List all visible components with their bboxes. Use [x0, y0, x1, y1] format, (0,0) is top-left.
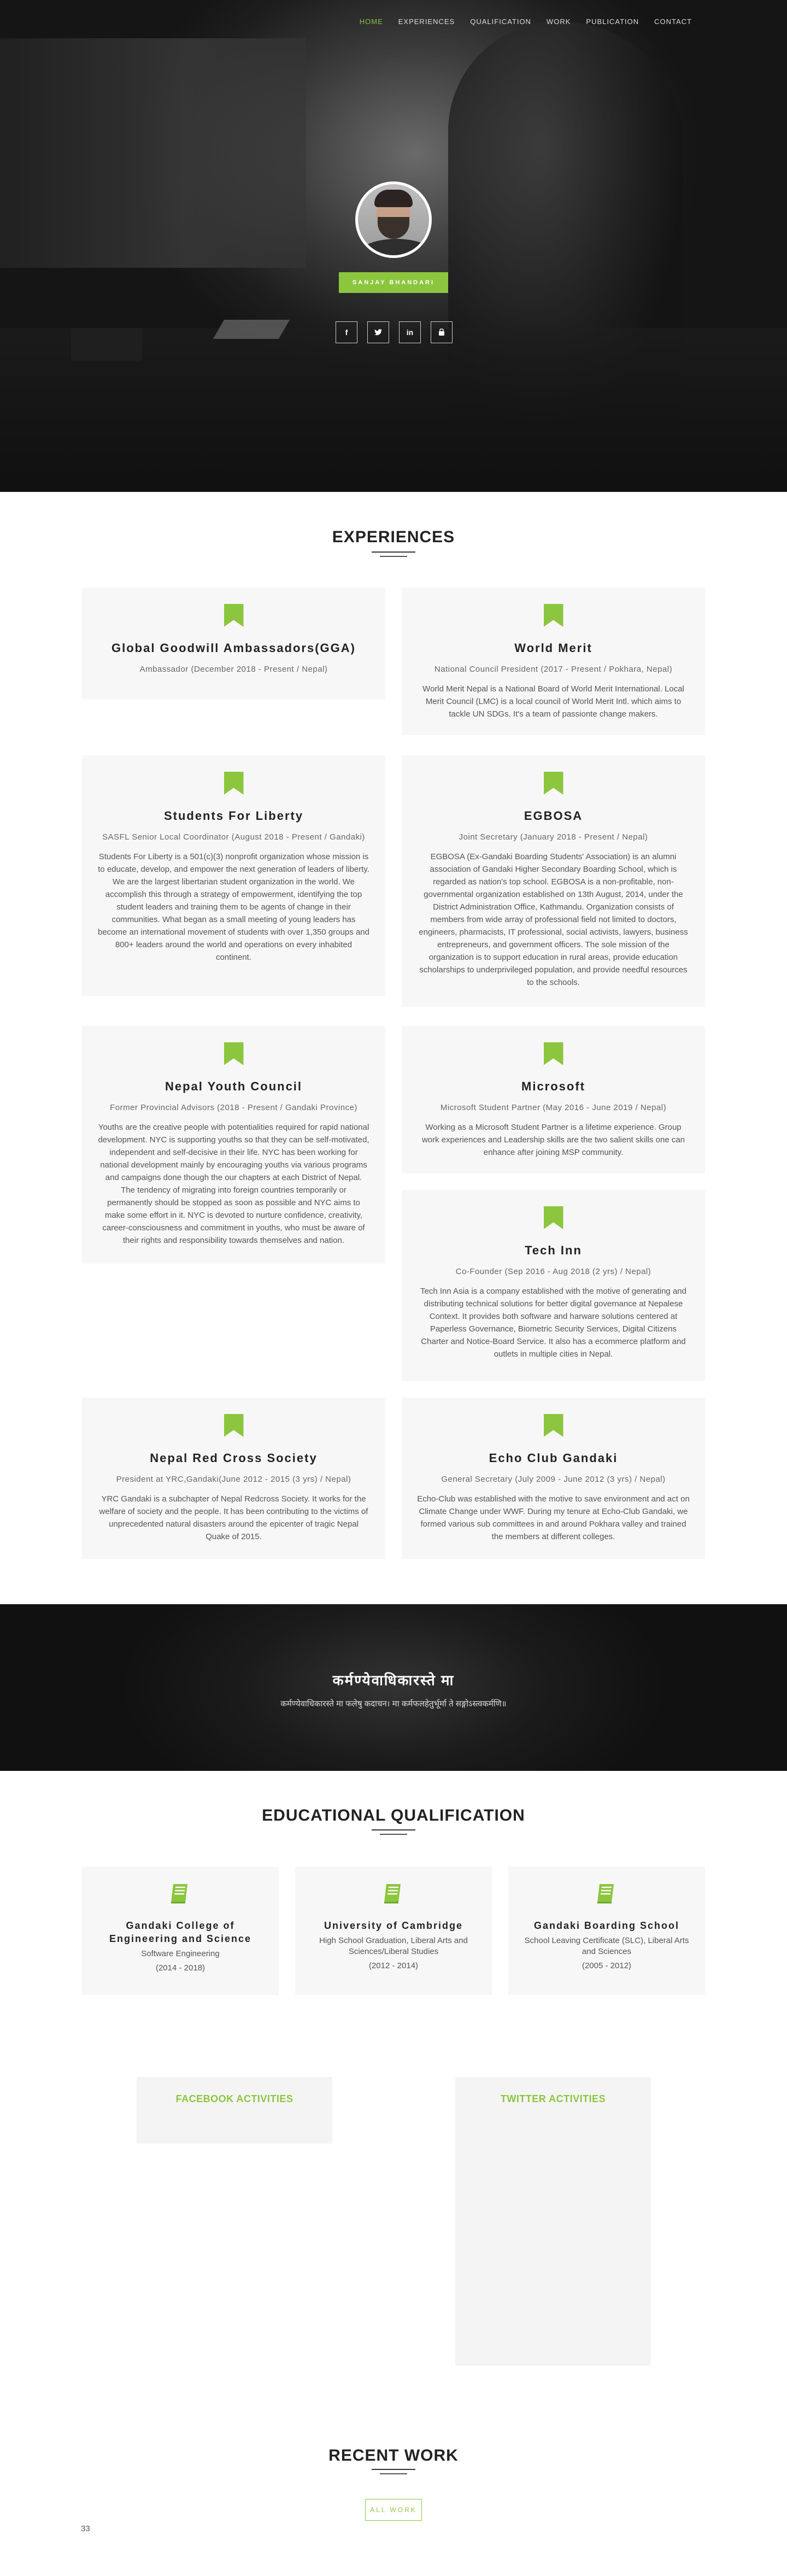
experience-title: Tech Inn: [525, 1243, 582, 1257]
title-divider: [380, 556, 407, 557]
quote-heading: कर्मण्येवाधिकारस्ते मा: [332, 1672, 455, 1688]
book-icon: [597, 1884, 614, 1904]
experience-title: Echo Club Gandaki: [489, 1451, 618, 1465]
bookmark-icon: [224, 604, 244, 627]
twitter-feed[interactable]: TWITTER ACTIVITIES: [455, 2077, 651, 2366]
experience-description: YRC Gandaki is a subchapter of Nepal Red…: [99, 1494, 368, 1541]
experience-title: Global Goodwill Ambassadors(GGA): [111, 641, 356, 655]
education-years: (2005 - 2012): [582, 1961, 632, 1970]
experience-role: Former Provincial Advisors (2018 - Prese…: [110, 1103, 357, 1112]
recent-work-title: RECENT WORK: [328, 2446, 459, 2464]
book-icon: [384, 1884, 401, 1904]
bookmark-icon: [224, 1042, 244, 1065]
title-divider: [372, 1829, 415, 1830]
profile-name: SANJAY BHANDARI: [339, 272, 448, 293]
quote-text: कर्मण्येवाधिकारस्ते मा फलेषु कदाचन। मा क…: [280, 1699, 507, 1709]
social-links: f in: [336, 321, 453, 343]
experience-description: World Merit Nepal is a National Board of…: [422, 684, 684, 719]
experience-card-microsoft: Microsoft Microsoft Student Partner (May…: [402, 1026, 705, 1173]
experience-card-sfl: Students For Liberty SASFL Senior Local …: [82, 755, 385, 996]
experience-description: Tech Inn Asia is a company established w…: [420, 1287, 686, 1359]
title-divider: [372, 2469, 415, 2470]
education-title: EDUCATIONAL QUALIFICATION: [262, 1806, 525, 1824]
title-divider: [372, 551, 415, 553]
facebook-icon[interactable]: f: [336, 321, 357, 343]
title-divider: [380, 2473, 407, 2474]
education-card-gbs: Gandaki Boarding School School Leaving C…: [508, 1867, 705, 1995]
experience-card-world-merit: World Merit National Council President (…: [402, 588, 705, 735]
main-nav: HOME EXPERIENCES QUALIFICATION WORK PUBL…: [352, 17, 700, 26]
bookmark-icon: [543, 1206, 563, 1229]
experience-title: Nepal Youth Council: [165, 1079, 303, 1093]
hero-background-object: [71, 328, 142, 361]
experience-role: Microsoft Student Partner (May 2016 - Ju…: [440, 1103, 667, 1112]
quote-section: कर्मण्येवाधिकारस्ते मा कर्मण्येवाधिकारस्…: [0, 1604, 787, 1771]
nav-contact[interactable]: CONTACT: [647, 17, 700, 26]
title-divider: [380, 1834, 407, 1835]
nav-home[interactable]: HOME: [352, 17, 391, 26]
experience-card-gga: Global Goodwill Ambassadors(GGA) Ambassa…: [82, 588, 385, 700]
profile-avatar: [355, 181, 432, 258]
education-degree: High School Graduation, Liberal Arts and…: [319, 1936, 468, 1956]
experience-title: Nepal Red Cross Society: [150, 1451, 318, 1465]
nav-experiences[interactable]: EXPERIENCES: [391, 17, 462, 26]
experience-role: Joint Secretary (January 2018 - Present …: [459, 832, 648, 842]
experience-description: Working as a Microsoft Student Partner i…: [421, 1123, 685, 1157]
experience-card-nyc: Nepal Youth Council Former Provincial Ad…: [82, 1026, 385, 1264]
bookmark-icon: [224, 772, 244, 795]
education-years: (2012 - 2014): [368, 1961, 419, 1970]
bookmark-icon: [543, 772, 563, 795]
nav-qualification[interactable]: QUALIFICATION: [462, 17, 539, 26]
education-school: Gandaki Boarding School: [533, 1920, 680, 1931]
education-school: University of Cambridge: [324, 1920, 463, 1931]
experience-title: Students For Liberty: [163, 809, 304, 823]
facebook-feed[interactable]: FACEBOOK ACTIVITIES: [137, 2077, 332, 2144]
all-work-button[interactable]: ALL WORK: [365, 2499, 422, 2521]
education-school: Gandaki College of Engineering and Scien…: [109, 1920, 252, 1944]
twitter-icon[interactable]: [367, 321, 389, 343]
work-count: 33: [81, 2524, 90, 2533]
education-degree: Software Engineering: [141, 1949, 220, 1958]
experience-title: Microsoft: [521, 1079, 585, 1093]
education-card-cambridge: University of Cambridge High School Grad…: [295, 1867, 492, 1995]
experience-card-echo-club: Echo Club Gandaki General Secretary (Jul…: [402, 1398, 705, 1559]
hero-background-laptop: [213, 320, 290, 339]
bookmark-icon: [543, 1414, 563, 1437]
book-icon: [171, 1884, 187, 1904]
nav-work[interactable]: WORK: [539, 17, 578, 26]
facebook-feed-title: FACEBOOK ACTIVITIES: [175, 2093, 293, 2104]
bookmark-icon: [543, 1042, 563, 1065]
education-card-gces: Gandaki College of Engineering and Scien…: [82, 1867, 279, 1995]
hero-background-window: [0, 38, 306, 268]
experience-role: Co-Founder (Sep 2016 - Aug 2018 (2 yrs) …: [455, 1267, 651, 1276]
linkedin-icon[interactable]: in: [399, 321, 421, 343]
youtube-icon[interactable]: [431, 321, 453, 343]
experience-role: Ambassador (December 2018 - Present / Ne…: [139, 665, 328, 674]
experience-role: President at YRC,Gandaki(June 2012 - 201…: [116, 1475, 351, 1484]
experience-card-tech-inn: Tech Inn Co-Founder (Sep 2016 - Aug 2018…: [402, 1190, 705, 1381]
experience-card-egbosa: EGBOSA Joint Secretary (January 2018 - P…: [402, 755, 705, 1007]
experience-title: EGBOSA: [524, 809, 583, 823]
experience-role: General Secretary (July 2009 - June 2012…: [441, 1475, 666, 1484]
experience-role: SASFL Senior Local Coordinator (August 2…: [102, 832, 365, 842]
experience-description: Youths are the creative people with pote…: [98, 1123, 369, 1245]
experiences-title: EXPERIENCES: [332, 528, 455, 546]
experience-card-red-cross: Nepal Red Cross Society President at YRC…: [82, 1398, 385, 1559]
experience-role: National Council President (2017 - Prese…: [434, 665, 673, 674]
experience-description: Echo-Club was established with the motiv…: [417, 1494, 690, 1541]
experience-description: Students For Liberty is a 501(c)(3) nonp…: [98, 852, 369, 962]
hero-section: HOME EXPERIENCES QUALIFICATION WORK PUBL…: [0, 0, 787, 492]
experience-title: World Merit: [514, 641, 592, 655]
twitter-feed-title: TWITTER ACTIVITIES: [500, 2093, 606, 2104]
bookmark-icon: [543, 604, 563, 627]
experience-description: EGBOSA (Ex-Gandaki Boarding Students' As…: [419, 852, 688, 987]
education-years: (2014 - 2018): [155, 1963, 205, 1973]
bookmark-icon: [224, 1414, 244, 1437]
education-degree: School Leaving Certificate (SLC), Libera…: [524, 1936, 689, 1956]
nav-publication[interactable]: PUBLICATION: [578, 17, 647, 26]
